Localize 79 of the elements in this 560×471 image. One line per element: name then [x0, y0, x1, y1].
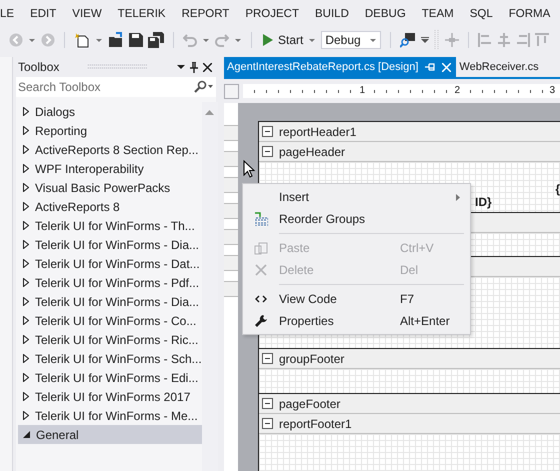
menu-item[interactable]: TELERIK	[118, 8, 166, 20]
toolbox-group[interactable]: Telerik UI for WinForms 2017	[18, 387, 202, 406]
mouse-pointer-icon	[243, 160, 255, 178]
clipboard-icon	[254, 241, 268, 255]
save-all-icon[interactable]	[148, 32, 164, 48]
section-band[interactable]: reportFooter1	[259, 414, 560, 434]
toolbox-group[interactable]: Telerik UI for WinForms - Co...	[18, 311, 202, 330]
dropdown-caret-icon	[370, 38, 376, 42]
toolbox-group[interactable]: Telerik UI for WinForms - Dat...	[18, 254, 202, 273]
dropdown-caret-icon[interactable]	[177, 65, 185, 69]
resize-handle[interactable]	[224, 281, 238, 297]
field-text: ID}	[475, 195, 492, 209]
collapse-icon[interactable]	[262, 126, 273, 137]
section-band[interactable]: pageFooter	[259, 394, 560, 414]
pin-icon[interactable]	[190, 62, 198, 72]
toolbox-group[interactable]: ActiveReports 8	[18, 197, 202, 216]
resize-handle[interactable]	[224, 125, 238, 141]
search-icon[interactable]	[193, 77, 216, 97]
section-band[interactable]: pageHeader	[259, 142, 560, 162]
submenu-arrow-icon	[456, 194, 460, 201]
resize-handle[interactable]	[224, 255, 238, 271]
toolbox-group[interactable]: ActiveReports 8 Section Rep...	[18, 140, 202, 159]
toolbox-group[interactable]: Dialogs	[18, 102, 202, 121]
wrench-icon	[254, 314, 268, 328]
toolbar-grip-icon	[434, 30, 440, 50]
collapse-icon[interactable]	[262, 353, 273, 364]
menu-item[interactable]: DEBUG	[364, 8, 406, 20]
toolbox-group[interactable]: Telerik UI for WinForms - Edi...	[18, 368, 202, 387]
save-icon[interactable]	[129, 33, 143, 47]
toolbox-group[interactable]: WPF Interoperability	[18, 159, 202, 178]
menu-item[interactable]: Reorder Groups	[243, 208, 470, 230]
toolbox-group[interactable]: Reporting	[18, 121, 202, 140]
menu-item[interactable]: View Code F7	[243, 288, 470, 310]
scrollbar[interactable]	[202, 102, 218, 471]
toolbox-group[interactable]: General	[18, 425, 202, 444]
menu-item[interactable]: VIEW	[72, 8, 102, 20]
new-item-icon[interactable]	[74, 32, 90, 48]
section-band[interactable]: groupFooter	[259, 349, 560, 369]
menu-item[interactable]: FORMA	[508, 8, 550, 20]
ruler-corner	[224, 84, 239, 98]
menu-item[interactable]: LE	[0, 8, 14, 20]
start-button[interactable]: Start	[261, 33, 304, 47]
close-icon[interactable]	[203, 62, 212, 72]
configuration-value: Debug	[325, 33, 361, 47]
grid-arrow-icon	[254, 212, 268, 226]
resize-handle[interactable]	[224, 151, 238, 167]
toolbox-group[interactable]: Telerik UI for WinForms - Me...	[18, 406, 202, 425]
resize-handle[interactable]	[224, 203, 238, 219]
toolbox-group[interactable]: Telerik UI for WinForms - Sch...	[18, 349, 202, 368]
scroll-up-icon[interactable]	[205, 110, 214, 115]
panel-title: Toolbox	[18, 60, 60, 74]
toolbox-group[interactable]: Telerik UI for WinForms - Ric...	[18, 330, 202, 349]
menu-item[interactable]: BUILD	[315, 8, 349, 20]
toolbox-group[interactable]: Telerik UI for WinForms - Dia...	[18, 235, 202, 254]
collapse-icon[interactable]	[262, 398, 273, 409]
search-field[interactable]: Search Toolbox	[16, 77, 193, 97]
menu-item[interactable]: Properties Alt+Enter	[243, 310, 470, 332]
menu-item[interactable]: EDIT	[30, 8, 56, 20]
section-band[interactable]: reportHeader1	[259, 122, 560, 142]
cross-icon	[254, 263, 268, 277]
menu-item[interactable]: TEAM	[422, 8, 454, 20]
collapse-icon[interactable]	[262, 146, 273, 157]
toolbox-group[interactable]: Telerik UI for WinForms - Dia...	[18, 292, 202, 311]
find-icon[interactable]	[400, 32, 416, 48]
play-icon	[263, 34, 273, 46]
toolbox-group[interactable]: Telerik UI for WinForms - Pdf...	[18, 273, 202, 292]
overflow-caret-icon[interactable]	[421, 37, 430, 43]
field-text: {	[555, 182, 560, 196]
toolbox-group[interactable]: Telerik UI for WinForms - Th...	[18, 216, 202, 235]
resize-handle[interactable]	[224, 229, 238, 245]
menu-item[interactable]: PROJECT	[245, 8, 299, 20]
menu-item[interactable]: REPORT	[182, 8, 230, 20]
collapse-icon[interactable]	[262, 418, 273, 429]
resize-handle[interactable]	[224, 177, 238, 193]
menu-item[interactable]: SQL	[470, 8, 493, 20]
toolbox-group[interactable]: Visual Basic PowerPacks	[18, 178, 202, 197]
menu-item[interactable]: Insert	[243, 186, 470, 208]
configuration-dropdown[interactable]: Debug	[321, 31, 382, 49]
open-folder-icon[interactable]	[108, 32, 124, 48]
